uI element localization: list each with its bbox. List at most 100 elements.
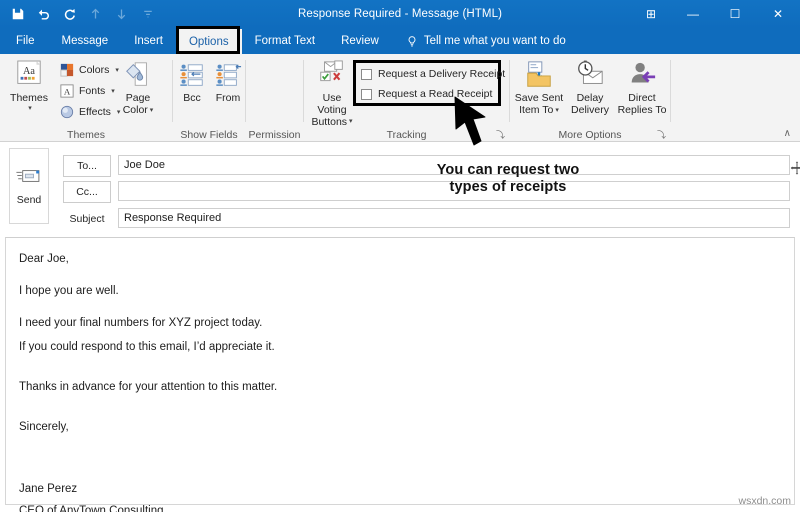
delay-delivery-button[interactable]: Delay Delivery [566, 58, 614, 117]
tab-options[interactable]: Options [175, 29, 242, 54]
tab-file[interactable]: File [0, 28, 49, 54]
bcc-button[interactable]: Bcc [175, 58, 209, 105]
ribbon-tab-strip: File Message Insert Options Format Text … [0, 28, 800, 54]
direct-replies-label-line2: Replies To [617, 103, 667, 116]
annotation-arrow-icon [452, 95, 494, 162]
tab-insert[interactable]: Insert [121, 28, 176, 54]
ribbon-group-label-permission: Permission [248, 129, 301, 141]
title-bar: Response Required - Message (HTML) ⊞ — ☐… [0, 0, 800, 28]
customize-qat-icon[interactable] [140, 7, 155, 22]
effects-button-label: Effects [79, 106, 111, 118]
body-line: If you could respond to this email, I’d … [19, 341, 275, 353]
cc-button[interactable]: Cc... [63, 181, 111, 203]
undo-icon[interactable] [36, 7, 51, 22]
tab-message[interactable]: Message [49, 28, 122, 54]
direct-replies-label-line1: Direct [628, 92, 656, 104]
touch-mode-icon[interactable]: ⊞ [630, 0, 672, 28]
save-sent-item-to-button[interactable]: Save Sent Item To ▾ [513, 58, 565, 117]
move-cursor-icon [790, 160, 800, 176]
tell-me-search[interactable]: Tell me what you want to do [392, 28, 576, 54]
direct-replies-icon [627, 58, 657, 90]
to-button[interactable]: To... [63, 155, 111, 177]
chevron-down-icon[interactable]: ▾ [28, 105, 32, 113]
page-color-button-label-line2: Color [122, 103, 148, 116]
body-line: I need your final numbers for XYZ projec… [19, 317, 263, 329]
page-color-button[interactable]: Page Color ▾ [114, 58, 162, 117]
page-color-icon [123, 58, 153, 90]
annotation-line-2: types of receipts [449, 179, 567, 196]
themes-button[interactable]: Aa Themes ▾ [5, 58, 53, 113]
voting-buttons-icon [317, 58, 347, 90]
subject-input[interactable]: Response Required [118, 208, 790, 228]
from-button[interactable]: From [211, 58, 245, 105]
colors-icon [59, 62, 75, 78]
tracking-dialog-launcher[interactable]: ⤵ [496, 130, 506, 140]
spellcheck-error-word: AnyTown [59, 505, 106, 512]
send-envelope-icon [16, 167, 42, 188]
window-controls: ⊞ — ☐ ✕ [630, 0, 800, 28]
tab-format-text[interactable]: Format Text [242, 28, 329, 54]
subject-label: Subject [69, 213, 105, 225]
group-separator [670, 60, 671, 122]
effects-button[interactable]: Effects ▾ [59, 104, 120, 120]
ribbon-group-label-themes: Themes [67, 129, 105, 141]
ribbon-group-label-show-fields: Show Fields [180, 129, 238, 141]
direct-replies-to-button[interactable]: Direct Replies To [615, 58, 669, 117]
ribbon-group-permission: Permission [246, 54, 303, 142]
send-button-label: Send [16, 193, 42, 206]
signature-title-suffix: Consulting [105, 505, 164, 512]
maximize-button[interactable]: ☐ [714, 0, 756, 28]
svg-text:Aa: Aa [23, 66, 35, 77]
request-delivery-receipt-checkbox[interactable] [361, 68, 372, 80]
collapse-ribbon-button[interactable]: ∧ [784, 128, 791, 139]
tell-me-label: Tell me what you want to do [423, 35, 566, 47]
use-voting-buttons-label-line1: Use Voting [317, 92, 347, 116]
body-line: Dear Joe, [19, 253, 69, 265]
delay-delivery-label-line1: Delay [576, 92, 604, 104]
annotation-line-1: You can request two [436, 162, 580, 178]
delay-delivery-icon [575, 58, 605, 90]
chevron-down-icon[interactable]: ▾ [555, 107, 559, 115]
more-options-dialog-launcher[interactable]: ⤵ [657, 130, 667, 140]
save-icon[interactable] [10, 7, 25, 22]
effects-icon [59, 104, 75, 120]
previous-item-icon[interactable] [88, 7, 103, 22]
minimize-button[interactable]: — [672, 0, 714, 28]
body-line: Thanks in advance for your attention to … [19, 381, 278, 393]
colors-button[interactable]: Colors ▾ [59, 62, 119, 78]
from-button-label: From [215, 92, 241, 104]
request-delivery-receipt-label: Request a Delivery Receipt [378, 68, 506, 80]
use-voting-buttons-label-line2: Buttons [311, 115, 348, 128]
delay-delivery-label-line2: Delivery [571, 103, 609, 116]
from-icon [214, 58, 242, 90]
fonts-icon: A [59, 83, 75, 99]
bcc-button-label: Bcc [183, 92, 201, 104]
save-sent-item-icon [524, 58, 554, 90]
request-delivery-receipt-row[interactable]: Request a Delivery Receipt [361, 68, 505, 80]
outlook-message-window: Response Required - Message (HTML) ⊞ — ☐… [0, 0, 800, 512]
fonts-button-label: Fonts [79, 85, 106, 97]
send-button[interactable]: Send [9, 148, 49, 224]
fonts-button[interactable]: A Fonts ▾ [59, 83, 115, 99]
use-voting-buttons-button[interactable]: Use Voting Buttons ▾ [308, 58, 356, 128]
chevron-down-icon[interactable]: ▾ [349, 118, 353, 126]
body-line: I hope you are well. [19, 285, 119, 297]
themes-button-label: Themes [10, 92, 48, 104]
next-item-icon[interactable] [114, 7, 129, 22]
ribbon-group-themes: Aa Themes ▾ Colors ▾ A Fonts ▾ Effects ▾… [0, 54, 172, 142]
tab-review[interactable]: Review [328, 28, 392, 54]
close-button[interactable]: ✕ [756, 0, 800, 28]
request-read-receipt-checkbox[interactable] [361, 88, 372, 100]
message-body[interactable]: Dear Joe, I hope you are well. I need yo… [5, 237, 795, 512]
lightbulb-icon [406, 35, 418, 48]
quick-access-toolbar [10, 0, 155, 28]
themes-icon: Aa [15, 58, 43, 90]
ribbon-group-label-more-options: More Options [558, 129, 622, 141]
redo-icon[interactable] [62, 7, 77, 22]
signature-name: Jane Perez [19, 483, 78, 495]
chevron-down-icon[interactable]: ▾ [150, 107, 154, 115]
